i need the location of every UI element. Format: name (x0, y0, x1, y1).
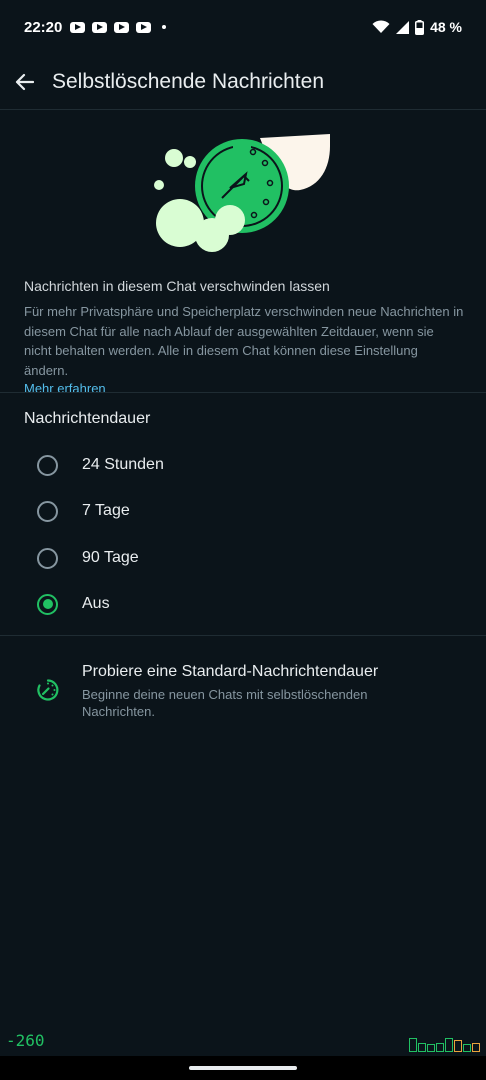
debug-bar (409, 1038, 417, 1052)
section-label-duration: Nachrichtendauer (24, 410, 151, 427)
radio-option-7-days[interactable]: 7 Tage (0, 488, 486, 534)
promo-title: Probiere eine Standard-Nachrichtendauer (82, 663, 379, 680)
page-title: Selbstlöschende Nachrichten (52, 69, 324, 93)
learn-more-link[interactable]: Mehr erfahren (24, 381, 106, 396)
radio-label: 24 Stunden (82, 456, 164, 473)
home-handle[interactable] (189, 1066, 297, 1070)
debug-bar (463, 1044, 471, 1052)
status-time: 22:20 (24, 18, 63, 36)
divider (0, 635, 486, 636)
intro-title: Nachrichten in diesem Chat verschwinden … (24, 278, 330, 294)
radio-label: Aus (82, 595, 110, 612)
debug-bar (445, 1038, 453, 1052)
cellular-signal-icon (396, 20, 410, 34)
radio-button[interactable] (37, 500, 58, 522)
youtube-notification-icon (114, 21, 130, 33)
radio-label: 90 Tage (82, 549, 139, 566)
radio-label: 7 Tage (82, 502, 130, 519)
radio-button[interactable] (37, 547, 58, 569)
debug-bar (418, 1043, 426, 1052)
debug-overlay-value: -260 (6, 1031, 45, 1050)
radio-button-selected[interactable] (37, 593, 58, 615)
timer-icon (37, 679, 59, 701)
debug-bar (472, 1043, 480, 1052)
back-button[interactable] (0, 58, 48, 106)
app-bar: Selbstlöschende Nachrichten (0, 54, 486, 110)
radio-option-90-days[interactable]: 90 Tage (0, 535, 486, 581)
status-bar: 22:20 48 % (0, 0, 486, 54)
debug-overlay-bars (409, 1036, 480, 1052)
debug-bar (454, 1040, 462, 1052)
radio-option-24-hours[interactable]: 24 Stunden (0, 442, 486, 488)
youtube-notification-icon (70, 21, 86, 33)
debug-bar (436, 1043, 444, 1052)
youtube-notification-icon (92, 21, 108, 33)
more-notifications-icon (162, 25, 167, 29)
debug-bar (427, 1044, 435, 1052)
disappearing-messages-illustration (154, 134, 330, 252)
radio-option-off[interactable]: Aus (0, 581, 486, 627)
radio-button[interactable] (37, 454, 58, 476)
youtube-notification-icon (136, 21, 152, 33)
intro-section: Nachrichten in diesem Chat verschwinden … (24, 278, 464, 398)
gesture-navigation-bar (0, 1056, 486, 1080)
wifi-icon (372, 20, 390, 33)
arrow-back-icon (15, 73, 34, 90)
battery-icon (415, 19, 425, 35)
divider (0, 392, 486, 393)
promo-description: Beginne deine neuen Chats mit selbstlösc… (82, 687, 368, 719)
status-indicators: 48 % (372, 19, 462, 35)
default-timer-promo[interactable]: Probiere eine Standard-Nachrichtendauer … (0, 656, 486, 736)
intro-description: Für mehr Privatsphäre und Speicherplatz … (24, 304, 464, 378)
battery-percentage: 48 % (430, 19, 462, 35)
